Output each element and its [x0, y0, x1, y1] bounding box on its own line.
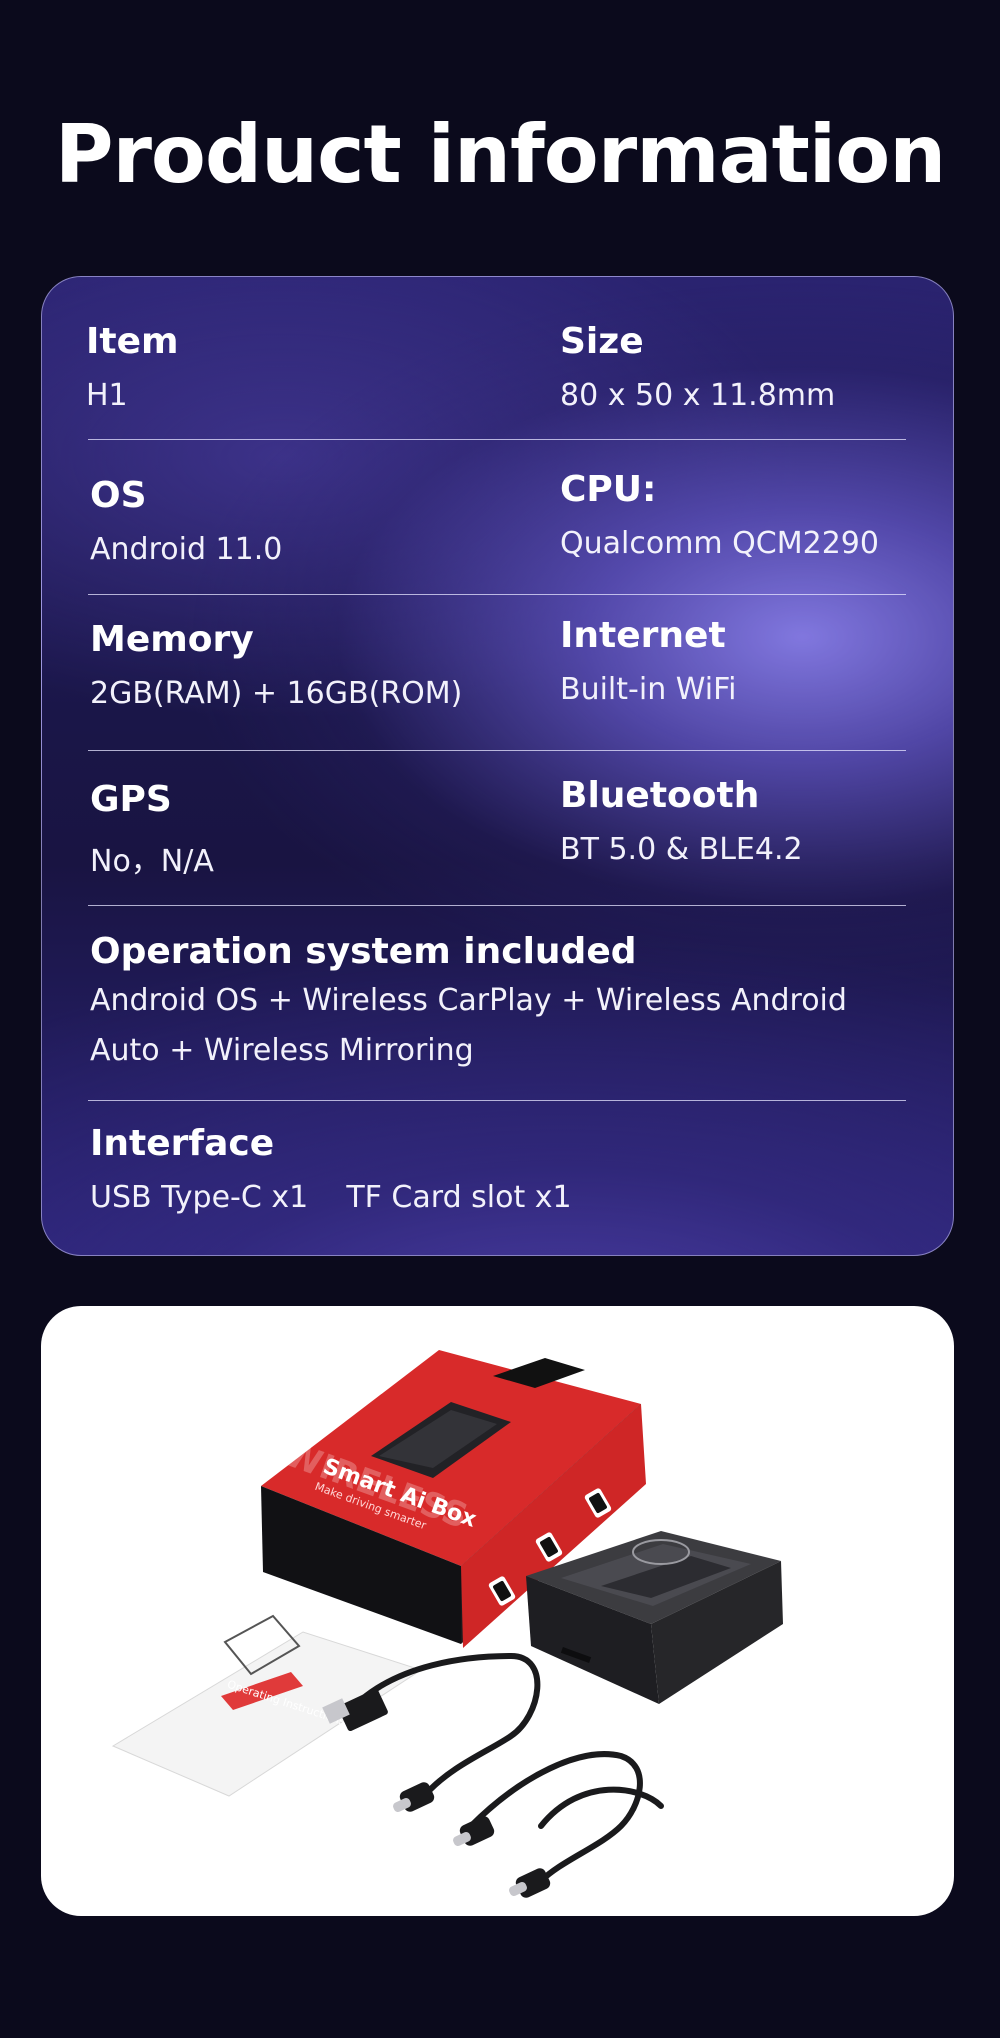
spec-interface: Interface USB Type-C x1 TF Card slot x1	[90, 1123, 572, 1215]
spec-label-bluetooth: Bluetooth	[560, 775, 760, 816]
spec-value-gps: No，N/A	[90, 844, 214, 879]
page-title: Product information	[54, 108, 946, 201]
spec-value-bluetooth: BT 5.0 & BLE4.2	[560, 832, 803, 867]
spec-label-item: Item	[86, 321, 179, 362]
spec-os: OS Android 11.0	[90, 475, 282, 567]
spec-label-interface: Interface	[90, 1123, 275, 1164]
spec-item: Item H1	[86, 321, 179, 413]
divider	[88, 1100, 906, 1101]
spec-label-cpu: CPU:	[560, 469, 657, 510]
cable-connectors	[322, 1689, 551, 1898]
spec-gps: GPS No，N/A	[90, 779, 214, 880]
usb-cables	[358, 1652, 664, 1884]
divider	[88, 594, 906, 595]
product-info-page: Product information Item H1 Size 80 x 50…	[0, 0, 1000, 2038]
spec-value-internet: Built-in WiFi	[560, 672, 737, 707]
spec-memory: Memory 2GB(RAM) + 16GB(ROM)	[90, 619, 462, 711]
spec-operation-system: Operation system included Android OS + W…	[90, 931, 920, 1076]
spec-label-operation-system: Operation system included	[90, 931, 637, 972]
spec-value-interface: USB Type-C x1 TF Card slot x1	[90, 1180, 572, 1215]
spec-internet: Internet Built-in WiFi	[560, 615, 736, 707]
spec-label-memory: Memory	[90, 619, 254, 660]
divider	[88, 750, 906, 751]
spec-label-size: Size	[560, 321, 644, 362]
spec-size: Size 80 x 50 x 11.8mm	[560, 321, 835, 413]
spec-value-cpu: Qualcomm QCM2290	[560, 526, 879, 561]
spec-bluetooth: Bluetooth BT 5.0 & BLE4.2	[560, 775, 803, 867]
spec-card: Item H1 Size 80 x 50 x 11.8mm OS Android…	[41, 276, 954, 1256]
product-photo: WIRELESS Smart Ai Box Make driving smart…	[111, 1350, 783, 1898]
spec-value-size: 80 x 50 x 11.8mm	[560, 378, 836, 413]
spec-value-operation-system: Android OS + Wireless CarPlay + Wireless…	[90, 983, 847, 1068]
spec-label-gps: GPS	[90, 779, 172, 820]
spec-cpu: CPU: Qualcomm QCM2290	[560, 469, 879, 561]
spec-value-memory: 2GB(RAM) + 16GB(ROM)	[90, 676, 463, 711]
spec-value-os: Android 11.0	[90, 532, 283, 567]
divider	[88, 439, 906, 440]
divider	[88, 905, 906, 906]
product-photo-card: WIRELESS Smart Ai Box Make driving smart…	[41, 1306, 954, 1916]
spec-label-internet: Internet	[560, 615, 726, 656]
spec-value-item: H1	[86, 378, 128, 413]
spec-label-os: OS	[90, 475, 147, 516]
